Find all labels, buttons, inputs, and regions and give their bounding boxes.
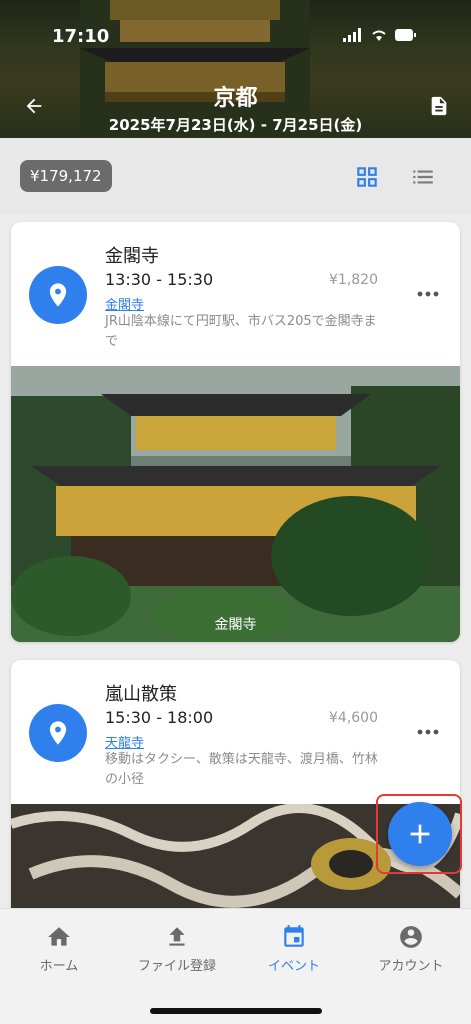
wifi-icon [372,30,386,41]
temple-photo [11,366,460,642]
nav-label-file-upload: ファイル登録 [137,959,216,974]
event-photo: 金閣寺 [11,366,460,642]
more-horizontal-icon [417,291,439,297]
bottom-navigation: ホーム ファイル登録 イベント アカウント [0,908,471,1024]
account-icon [400,926,422,948]
header: 17:10 京都 2025年7月23日(水) - 7月25日(金) [0,0,471,138]
event-location-link[interactable]: 天龍寺 [105,732,144,751]
more-horizontal-icon [417,729,439,735]
grid-view-icon [357,167,377,187]
event-time: 13:30 - 15:30 [105,270,214,289]
nav-item-account[interactable]: アカウント [356,923,466,974]
location-pin-icon [49,721,67,745]
document-icon [431,96,447,116]
photo-caption: 金閣寺 [214,617,257,633]
total-cost-badge: ¥179,172 [20,160,112,192]
add-event-button[interactable] [388,802,452,866]
battery-icon [395,29,416,41]
calendar-icon [284,925,304,947]
location-pin-icon [49,283,67,307]
plus-icon [410,824,430,844]
nav-item-events[interactable]: イベント [239,923,349,974]
screen: 17:10 京都 2025年7月23日(水) - 7月25日(金) ¥179,1… [0,0,471,1024]
event-note: JR山陰本線にて円町駅、市バス205で金閣寺まで [105,314,377,349]
document-button[interactable] [423,90,455,122]
nav-label-account: アカウント [378,959,444,974]
date-range: 2025年7月23日(水) - 7月25日(金) [108,116,363,134]
event-cost: ¥4,600 [329,710,378,726]
nav-label-home: ホーム [39,959,79,974]
event-card[interactable]: 金閣寺 13:30 - 15:30 ¥1,820 金閣寺 JR山陰本線にて円町駅… [11,222,460,642]
status-time: 17:10 [52,26,110,47]
more-options-button[interactable] [414,284,442,304]
nav-label-events: イベント [267,959,320,974]
location-pin-badge [29,704,87,762]
more-options-button[interactable] [414,722,442,742]
upload-icon [169,927,185,946]
grid-view-button[interactable] [354,164,380,190]
event-time: 15:30 - 18:00 [105,708,214,727]
event-note: 移動はタクシー、散策は天龍寺、渡月橋、竹林の小径 [105,752,378,787]
page-title: 京都 [213,86,258,111]
event-title: 嵐山散策 [105,684,177,705]
nav-item-home[interactable]: ホーム [4,923,114,974]
event-location-link[interactable]: 金閣寺 [105,294,144,313]
list-view-button[interactable] [410,164,436,190]
summary-toolbar: ¥179,172 [0,138,471,214]
location-pin-badge [29,266,87,324]
home-icon [48,927,70,946]
home-indicator [150,1008,322,1014]
signal-icon [343,28,361,42]
event-card[interactable]: 嵐山散策 15:30 - 18:00 ¥4,600 天龍寺 移動はタクシー、散策… [11,660,460,920]
nav-item-file-upload[interactable]: ファイル登録 [122,923,232,974]
list-view-icon [413,170,433,184]
event-cost: ¥1,820 [329,272,378,288]
status-icons [343,28,417,42]
status-bar: 17:10 [0,0,471,64]
event-title: 金閣寺 [105,246,159,267]
